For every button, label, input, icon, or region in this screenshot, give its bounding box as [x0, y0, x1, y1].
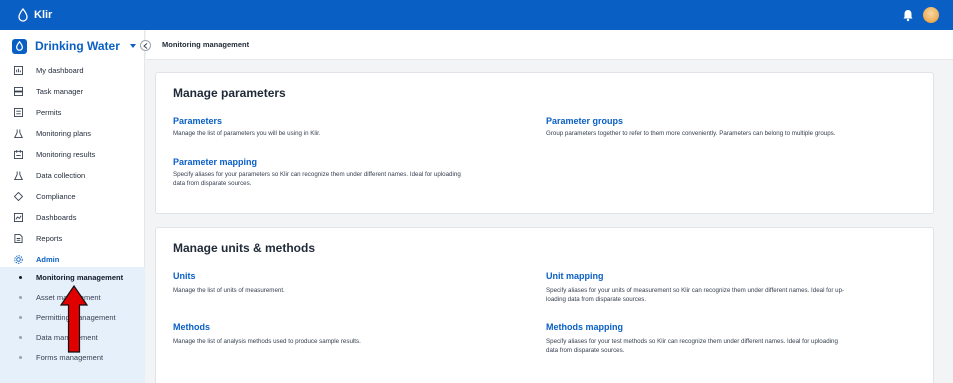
shield-icon	[14, 191, 23, 201]
methods-mapping-description-line2: data from disparate sources.	[546, 347, 625, 354]
bullet	[19, 275, 22, 279]
sidebar-item-label: Compliance	[36, 191, 76, 201]
bullet	[19, 335, 22, 339]
methods-description: Manage the list of analysis methods used…	[173, 338, 361, 345]
unit-mapping-description-line1: Specify aliases for your units of measur…	[546, 287, 845, 294]
task-icon	[14, 86, 23, 96]
parameters-link[interactable]: Parameters	[173, 116, 222, 126]
unit-mapping-link[interactable]: Unit mapping	[546, 271, 604, 281]
page-breadcrumb: Monitoring management	[146, 30, 953, 60]
bell-icon[interactable]	[901, 8, 915, 22]
flask-icon	[14, 170, 23, 180]
sidebar-subitem-label: Monitoring management	[36, 272, 124, 282]
bullet	[19, 295, 22, 299]
methods-mapping-description-line1: Specify aliases for your test methods so…	[546, 338, 838, 345]
methods-mapping-link[interactable]: Methods mapping	[546, 322, 623, 332]
sidebar-item-task-manager[interactable]: Task manager	[0, 81, 145, 101]
permit-icon	[14, 107, 23, 117]
caret-down-icon	[129, 44, 136, 48]
sidebar-item-admin[interactable]: Admin	[0, 249, 145, 269]
bullet	[19, 315, 22, 319]
parameter-groups-description: Group parameters together to refer to th…	[546, 130, 836, 137]
sidebar-item-label: Reports	[36, 233, 63, 243]
units-description: Manage the list of units of measurement.	[173, 287, 285, 294]
sidebar-item-dashboards[interactable]: Dashboards	[0, 207, 145, 227]
sidebar-item-label: Permits	[36, 107, 62, 117]
water-drop-icon	[12, 38, 27, 54]
gear-icon	[14, 254, 23, 264]
sidebar-item-label: Dashboards	[36, 212, 77, 222]
sidebar-item-my-dashboard[interactable]: My dashboard	[0, 60, 145, 80]
sidebar-item-label: Monitoring results	[36, 149, 96, 159]
collapse-sidebar-button[interactable]	[140, 40, 151, 51]
sidebar-item-label: Data collection	[36, 170, 86, 180]
water-drop-icon	[18, 8, 28, 22]
flask-icon	[14, 128, 23, 138]
card-title: Manage units & methods	[173, 241, 316, 255]
workspace-selector[interactable]: Drinking Water	[0, 30, 144, 62]
sidebar-item-label: Task manager	[36, 86, 84, 96]
app-name: Klir	[34, 9, 53, 21]
sidebar-item-monitoring-plans[interactable]: Monitoring plans	[0, 123, 145, 143]
sidebar-item-permits[interactable]: Permits	[0, 102, 145, 122]
app-logo[interactable]: Klir	[17, 8, 52, 22]
parameter-mapping-link[interactable]: Parameter mapping	[173, 157, 257, 167]
sidebar-subitem-label: Forms management	[36, 352, 104, 362]
sidebar-item-data-collection[interactable]: Data collection	[0, 165, 145, 185]
results-icon	[14, 149, 23, 159]
chart-icon	[14, 212, 23, 222]
parameter-groups-link[interactable]: Parameter groups	[546, 116, 623, 126]
card-title: Manage parameters	[173, 86, 286, 100]
avatar[interactable]	[923, 7, 939, 23]
sidebar-item-label: Monitoring plans	[36, 128, 92, 138]
sidebar-submenu-bg	[0, 367, 145, 383]
sidebar-item-monitoring-results[interactable]: Monitoring results	[0, 144, 145, 164]
manage-units-methods-card: Manage units & methods Units Manage the …	[155, 227, 934, 383]
workspace-label: Drinking Water	[35, 39, 120, 53]
chevron-left-icon	[143, 42, 148, 49]
sidebar-item-compliance[interactable]: Compliance	[0, 186, 145, 206]
methods-link[interactable]: Methods	[173, 322, 210, 332]
sidebar-subitem-monitoring-management[interactable]: Monitoring management	[0, 267, 145, 287]
units-link[interactable]: Units	[173, 271, 196, 281]
sidebar-item-reports[interactable]: Reports	[0, 228, 145, 248]
sidebar-item-label: Admin	[36, 254, 60, 264]
parameter-mapping-description-line2: data from disparate sources.	[173, 180, 252, 187]
manage-parameters-card: Manage parameters Parameters Manage the …	[155, 72, 934, 214]
bullet	[19, 355, 22, 359]
parameter-mapping-description-line1: Specify aliases for your parameters so K…	[173, 171, 461, 178]
top-bar: Klir	[0, 0, 953, 30]
unit-mapping-description-line2: loading data from disparate sources.	[546, 296, 647, 303]
sidebar-item-label: My dashboard	[36, 65, 84, 75]
red-arrow-annotation	[60, 285, 88, 353]
dashboard-icon	[14, 65, 23, 75]
breadcrumb-label: Monitoring management	[162, 40, 250, 49]
parameters-description: Manage the list of parameters you will b…	[173, 130, 321, 137]
report-icon	[14, 233, 23, 243]
